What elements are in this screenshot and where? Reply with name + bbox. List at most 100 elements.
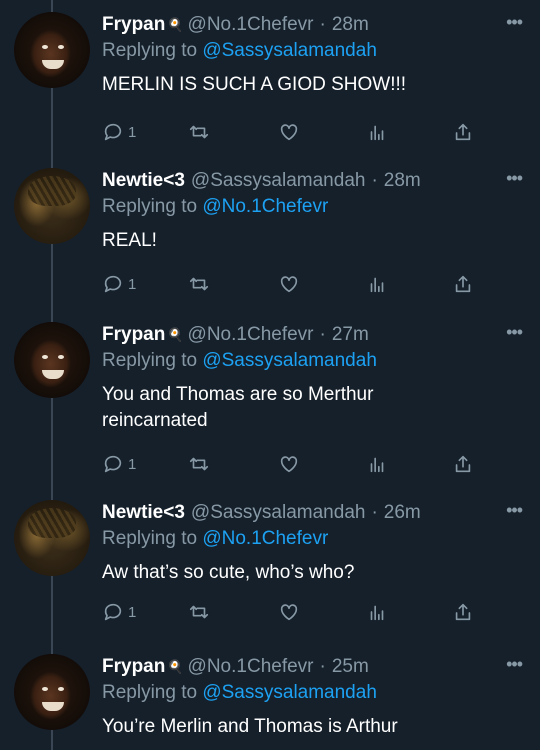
more-icon[interactable]: •••	[506, 323, 523, 341]
action-bar: 1	[102, 272, 482, 296]
like-icon	[280, 604, 298, 621]
retweet-button[interactable]	[188, 120, 210, 144]
like-button[interactable]	[278, 452, 300, 476]
avatar[interactable]	[14, 168, 90, 244]
like-icon	[280, 276, 298, 293]
replying-to: Replying to @No.1Chefevr	[102, 194, 524, 220]
analytics-button[interactable]	[366, 452, 388, 476]
separator-dot: ·	[319, 656, 326, 677]
reply-count: 1	[128, 603, 137, 621]
mention-link[interactable]: @Sassysalamandah	[202, 350, 377, 371]
more-icon[interactable]: •••	[506, 501, 523, 519]
mention-link[interactable]: @No.1Chefevr	[202, 196, 328, 217]
reply-button[interactable]: 1	[102, 452, 136, 476]
timestamp[interactable]: 28m	[332, 12, 369, 38]
display-name[interactable]: Frypan	[102, 654, 165, 680]
analytics-button[interactable]	[366, 120, 388, 144]
more-icon[interactable]: •••	[506, 13, 523, 31]
reply-button[interactable]: 1	[102, 272, 136, 296]
frying-pan-icon: 🍳	[167, 659, 184, 674]
display-name[interactable]: Newtie<3	[102, 500, 185, 526]
reply-icon	[104, 603, 122, 621]
like-icon	[280, 456, 298, 473]
like-icon	[280, 124, 298, 141]
reply-count: 1	[128, 455, 137, 473]
retweet-button[interactable]	[188, 452, 210, 476]
reply-button[interactable]: 1	[102, 600, 136, 624]
avatar[interactable]	[14, 500, 90, 576]
avatar[interactable]	[14, 12, 90, 88]
replying-label: Replying to	[102, 196, 198, 217]
like-button[interactable]	[278, 272, 300, 296]
analytics-button[interactable]	[366, 272, 388, 296]
retweet-button[interactable]	[188, 272, 210, 296]
replying-to: Replying to @No.1Chefevr	[102, 526, 524, 552]
reply-icon	[104, 455, 122, 473]
separator-dot: ·	[319, 324, 326, 345]
separator-dot: ·	[371, 170, 378, 191]
mention-link[interactable]: @No.1Chefevr	[202, 528, 328, 549]
reply-icon	[104, 275, 122, 293]
replying-label: Replying to	[102, 528, 198, 549]
display-name[interactable]: Frypan	[102, 12, 165, 38]
retweet-icon	[189, 457, 209, 471]
reply-count: 1	[128, 275, 137, 293]
replying-to: Replying to @Sassysalamandah	[102, 348, 524, 374]
replying-label: Replying to	[102, 350, 198, 371]
analytics-icon	[370, 277, 384, 293]
action-bar: 1	[102, 452, 482, 476]
tweet-text: MERLIN IS SUCH A GIOD SHOW!!!	[102, 74, 407, 95]
timestamp[interactable]: 25m	[332, 654, 369, 680]
replying-to: Replying to @Sassysalamandah	[102, 38, 524, 64]
like-button[interactable]	[278, 600, 300, 624]
separator-dot: ·	[319, 14, 326, 35]
retweet-icon	[189, 125, 209, 139]
tweet-text: Aw that’s so cute, who’s who?	[102, 562, 355, 583]
handle[interactable]: @No.1Chefevr	[188, 12, 314, 38]
handle[interactable]: @No.1Chefevr	[188, 654, 314, 680]
avatar[interactable]	[14, 654, 90, 730]
handle[interactable]: @Sassysalamandah	[191, 500, 366, 526]
action-bar: 1	[102, 600, 482, 624]
share-icon	[455, 455, 471, 473]
more-icon[interactable]: •••	[506, 655, 523, 673]
handle[interactable]: @Sassysalamandah	[191, 168, 366, 194]
avatar[interactable]	[14, 322, 90, 398]
retweet-button[interactable]	[188, 600, 210, 624]
share-icon	[455, 603, 471, 621]
analytics-icon	[370, 125, 384, 141]
reply-count: 1	[128, 123, 137, 141]
share-icon	[455, 123, 471, 141]
action-bar: 1	[102, 120, 482, 144]
handle[interactable]: @No.1Chefevr	[188, 322, 314, 348]
more-icon[interactable]: •••	[506, 169, 523, 187]
like-button[interactable]	[278, 120, 300, 144]
reply-button[interactable]: 1	[102, 120, 136, 144]
retweet-icon	[189, 277, 209, 291]
replying-to: Replying to @Sassysalamandah	[102, 680, 524, 706]
analytics-icon	[370, 605, 384, 621]
frying-pan-icon: 🍳	[167, 17, 184, 32]
share-icon	[455, 275, 471, 293]
tweet-text: You and Thomas are so Merthur reincarnat…	[102, 384, 374, 431]
timestamp[interactable]: 27m	[332, 322, 369, 348]
tweet-text: REAL!	[102, 230, 157, 251]
retweet-icon	[189, 605, 209, 619]
reply-icon	[104, 123, 122, 141]
mention-link[interactable]: @Sassysalamandah	[202, 682, 377, 703]
replying-label: Replying to	[102, 682, 198, 703]
separator-dot: ·	[371, 502, 378, 523]
display-name[interactable]: Frypan	[102, 322, 165, 348]
share-button[interactable]	[452, 600, 474, 624]
share-button[interactable]	[452, 272, 474, 296]
analytics-icon	[370, 457, 384, 473]
share-button[interactable]	[452, 452, 474, 476]
display-name[interactable]: Newtie<3	[102, 168, 185, 194]
mention-link[interactable]: @Sassysalamandah	[202, 40, 377, 61]
replying-label: Replying to	[102, 40, 198, 61]
timestamp[interactable]: 26m	[384, 500, 421, 526]
tweet-text: You’re Merlin and Thomas is Arthur	[102, 716, 398, 737]
share-button[interactable]	[452, 120, 474, 144]
analytics-button[interactable]	[366, 600, 388, 624]
timestamp[interactable]: 28m	[384, 168, 421, 194]
